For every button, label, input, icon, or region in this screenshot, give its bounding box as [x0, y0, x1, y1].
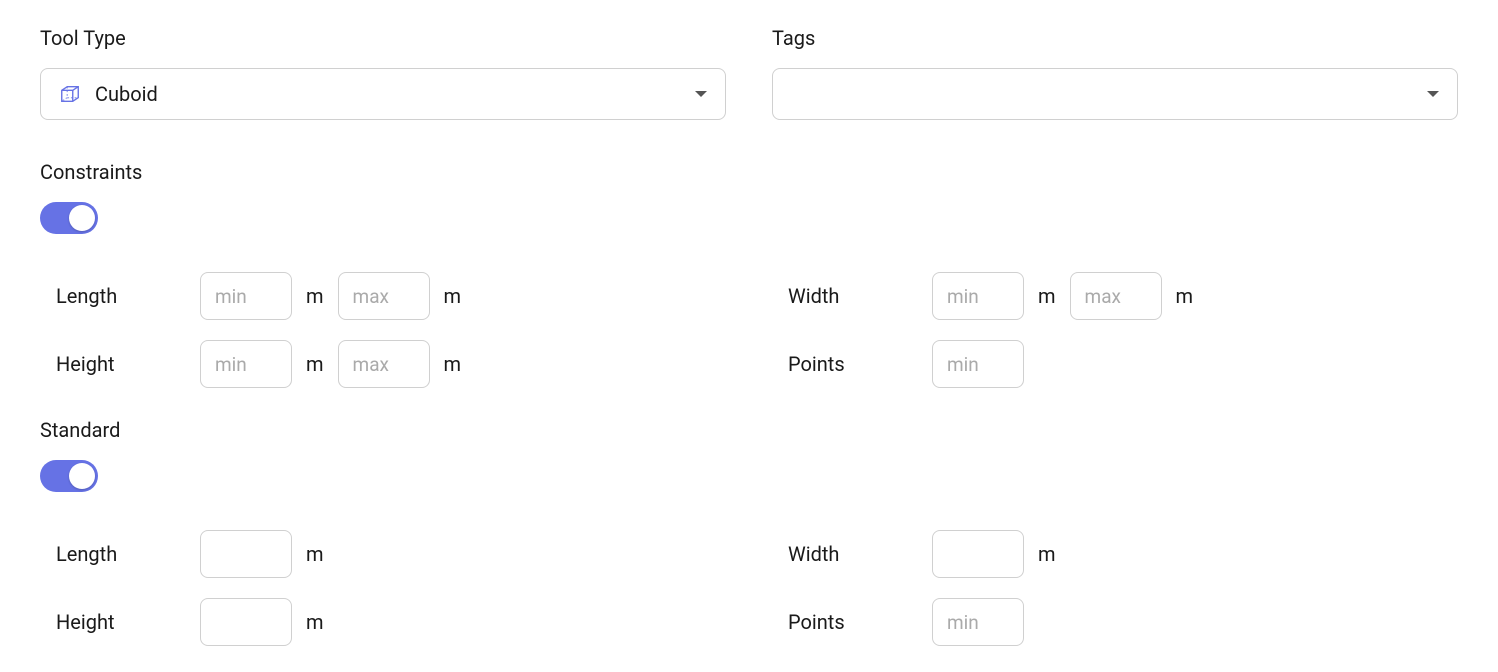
constraint-points-row: Points [772, 340, 1458, 388]
standard-height-row: Height m [40, 598, 726, 646]
constraint-height-max-unit: m [444, 352, 462, 376]
constraint-length-row: Length m m [40, 272, 726, 320]
constraint-width-min-input[interactable] [932, 272, 1024, 320]
constraint-height-label: Height [56, 352, 186, 376]
tags-select[interactable] [772, 68, 1458, 120]
constraint-height-min-input[interactable] [200, 340, 292, 388]
constraint-width-label: Width [788, 284, 918, 308]
tags-label: Tags [772, 26, 1458, 50]
constraint-length-min-input[interactable] [200, 272, 292, 320]
tool-type-select[interactable]: Cuboid [40, 68, 726, 120]
standard-width-label: Width [788, 542, 918, 566]
constraint-length-min-unit: m [306, 284, 324, 308]
standard-length-row: Length m [40, 530, 726, 578]
constraint-length-max-input[interactable] [338, 272, 430, 320]
constraint-height-min-unit: m [306, 352, 324, 376]
constraint-width-min-unit: m [1038, 284, 1056, 308]
standard-label: Standard [40, 418, 1458, 442]
tags-field: Tags [772, 26, 1458, 120]
tool-type-label: Tool Type [40, 26, 726, 50]
tool-type-value: Cuboid [95, 82, 695, 106]
standard-height-label: Height [56, 610, 186, 634]
tool-type-field: Tool Type Cuboid [40, 26, 726, 120]
standard-width-unit: m [1038, 542, 1056, 566]
constraint-width-row: Width m m [772, 272, 1458, 320]
standard-width-input[interactable] [932, 530, 1024, 578]
constraint-height-row: Height m m [40, 340, 726, 388]
standard-points-label: Points [788, 610, 918, 634]
toggle-knob [69, 205, 95, 231]
constraints-toggle[interactable] [40, 202, 98, 234]
standard-height-input[interactable] [200, 598, 292, 646]
chevron-down-icon [1427, 91, 1439, 97]
constraint-points-label: Points [788, 352, 918, 376]
constraints-label: Constraints [40, 160, 1458, 184]
standard-points-min-input[interactable] [932, 598, 1024, 646]
constraint-length-max-unit: m [444, 284, 462, 308]
standard-toggle[interactable] [40, 460, 98, 492]
constraint-points-min-input[interactable] [932, 340, 1024, 388]
constraint-width-max-unit: m [1176, 284, 1194, 308]
toggle-knob [69, 463, 95, 489]
standard-width-row: Width m [772, 530, 1458, 578]
standard-length-label: Length [56, 542, 186, 566]
cuboid-icon [59, 83, 81, 105]
standard-length-input[interactable] [200, 530, 292, 578]
constraint-length-label: Length [56, 284, 186, 308]
standard-length-unit: m [306, 542, 324, 566]
constraint-height-max-input[interactable] [338, 340, 430, 388]
chevron-down-icon [695, 91, 707, 97]
standard-height-unit: m [306, 610, 324, 634]
constraint-width-max-input[interactable] [1070, 272, 1162, 320]
standard-points-row: Points [772, 598, 1458, 646]
